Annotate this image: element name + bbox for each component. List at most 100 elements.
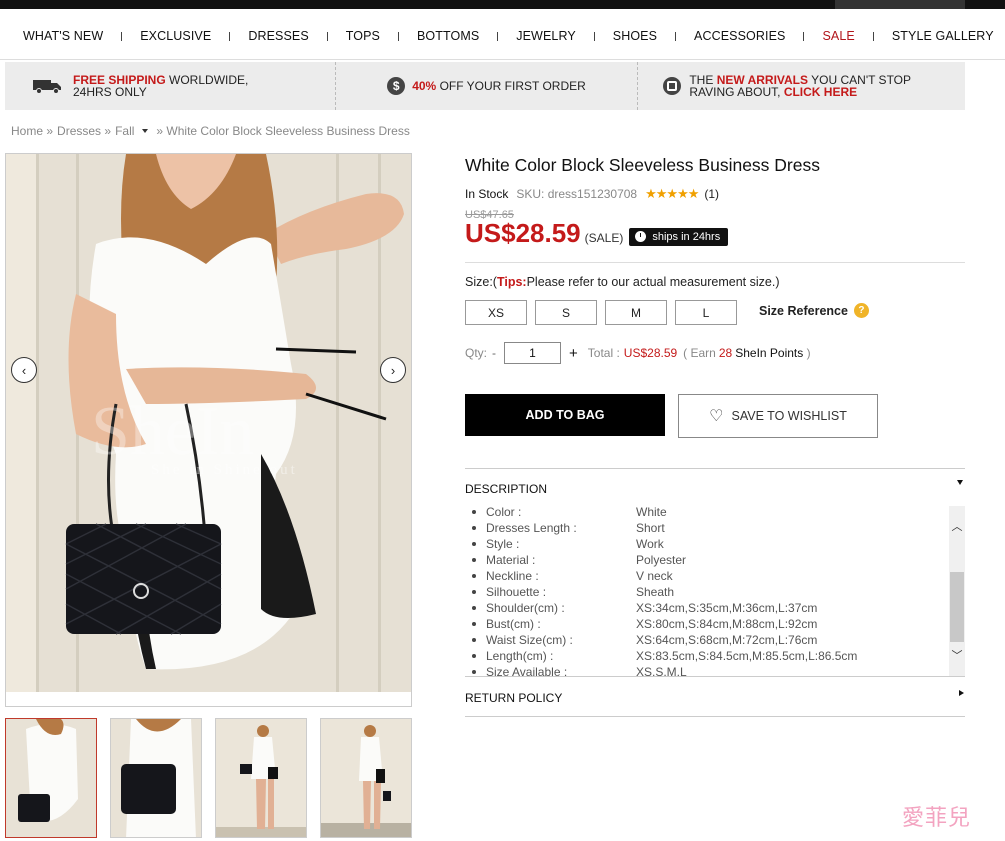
size-label: Size:(Tips:Please refer to our actual me… <box>465 275 780 289</box>
sale-price: US$28.59 <box>465 218 581 248</box>
gallery-prev-button[interactable]: ‹ <box>11 357 37 383</box>
nav-item-sale[interactable]: SALE <box>822 29 854 43</box>
thumbnail-4[interactable] <box>320 718 412 838</box>
bullet-icon <box>472 622 476 626</box>
add-to-bag-button[interactable]: ADD TO BAG <box>465 394 665 436</box>
thumbnail-1[interactable] <box>5 718 97 838</box>
nav-separator <box>803 31 805 41</box>
description-key: Material : <box>486 553 536 567</box>
nav-item-bottoms[interactable]: BOTTOMS <box>417 29 479 43</box>
bullet-icon <box>472 606 476 610</box>
breadcrumb-dresses[interactable]: Dresses » <box>57 124 111 138</box>
chevron-right-icon: › <box>390 362 396 378</box>
earn-close: ) <box>803 346 811 360</box>
main-product-image[interactable]: SheIn She in Shine out ‹ › <box>5 153 412 707</box>
divider <box>465 468 965 469</box>
nav-item-accessories[interactable]: ACCESSORIES <box>694 29 785 43</box>
breadcrumb-current: » White Color Block Sleeveless Business … <box>156 124 410 138</box>
description-row: Neckline : V neck <box>465 568 857 584</box>
bullet-icon <box>472 574 476 578</box>
heart-icon: ♡ <box>709 408 724 425</box>
scroll-up-icon[interactable]: ︿ <box>949 518 965 534</box>
description-row: Style : Work <box>465 536 857 552</box>
quantity-row: Qty: - + Total : US$28.59 ( Earn28SheIn … <box>465 342 811 364</box>
qty-increase-button[interactable]: + <box>569 345 578 362</box>
gallery-next-button[interactable]: › <box>380 357 406 383</box>
caret-down-icon[interactable] <box>142 129 149 133</box>
size-option-xs[interactable]: XS <box>465 300 527 325</box>
bullet-icon <box>472 590 476 594</box>
scroll-down-icon[interactable]: ﹀ <box>949 647 965 663</box>
description-value: Polyester <box>636 553 687 567</box>
nav-divider <box>0 59 1005 60</box>
nav-item-jewelry[interactable]: JEWELRY <box>516 29 576 43</box>
nav-separator <box>497 31 499 41</box>
description-key: Style : <box>486 537 520 551</box>
dollar-icon: $ <box>387 77 406 95</box>
description-value: XS:83.5cm,S:84.5cm,M:85.5cm,L:86.5cm <box>636 649 858 663</box>
size-option-s[interactable]: S <box>535 300 597 325</box>
sku: SKU: dress151230708 <box>516 187 638 201</box>
nav-item-shoes[interactable]: SHOES <box>613 29 657 43</box>
thumbnail-2[interactable] <box>110 718 202 838</box>
bullet-icon <box>472 510 476 514</box>
description-value: XS:80cm,S:84cm,M:88cm,L:92cm <box>636 617 818 631</box>
size-option-l[interactable]: L <box>675 300 737 325</box>
breadcrumb-home[interactable]: Home » <box>11 124 53 138</box>
description-key: Length(cm) : <box>486 649 554 663</box>
watermark-tagline: She in Shine out <box>151 462 298 478</box>
caret-down-icon[interactable] <box>957 480 963 485</box>
promo-new-arrivals[interactable]: THE NEW ARRIVALS YOU CAN'T STOP RAVING A… <box>637 62 965 110</box>
bullet-icon <box>472 654 476 658</box>
promo-click-here-link[interactable]: CLICK HERE <box>784 85 857 99</box>
quantity-input[interactable] <box>504 342 562 364</box>
nav-separator <box>675 31 677 41</box>
stock-status: In Stock <box>465 187 509 201</box>
size-reference-link[interactable]: Size Reference? <box>759 303 869 318</box>
description-row: Length(cm) : XS:83.5cm,S:84.5cm,M:85.5cm,… <box>465 648 857 664</box>
size-reference-label: Size Reference <box>759 303 848 318</box>
nav-separator <box>229 31 231 41</box>
review-count[interactable]: (1) <box>704 187 719 201</box>
promo-discount-bold: 40% <box>412 79 437 93</box>
nav-separator <box>872 31 874 41</box>
top-bar-account-block[interactable] <box>835 0 965 9</box>
star-rating-icon[interactable]: ★★★★★ <box>645 186 699 202</box>
description-scrollbar[interactable]: ︿ ﹀ <box>949 506 965 676</box>
size-options: XS S M L <box>465 300 737 325</box>
breadcrumb-fall[interactable]: Fall <box>115 124 134 138</box>
size-tips-label: Tips: <box>496 275 527 289</box>
promo-discount[interactable]: $ 40% OFF YOUR FIRST ORDER <box>334 62 638 110</box>
bullet-icon <box>472 542 476 546</box>
scrollbar-thumb[interactable] <box>950 572 964 642</box>
description-row: Color : White <box>465 506 857 520</box>
description-key: Size Available : <box>486 665 568 677</box>
nav-separator <box>593 31 595 41</box>
promo-free-shipping[interactable]: FREE SHIPPING WORLDWIDE, 24HRS ONLY <box>5 62 335 110</box>
nav-item-what-s-new[interactable]: WHAT'S NEW <box>23 29 103 43</box>
description-heading[interactable]: DESCRIPTION <box>465 482 547 496</box>
nav-separator <box>121 31 123 41</box>
main-nav: WHAT'S NEW EXCLUSIVE DRESSES TOPS BOTTOMS JEW… <box>0 22 1005 50</box>
nav-separator <box>326 31 328 41</box>
description-row: Size Available : XS,S,M,L <box>465 664 857 677</box>
description-row: Silhouette : Sheath <box>465 584 857 600</box>
description-panel: Color : White Dresses Length : Short Style :… <box>465 506 965 677</box>
nav-item-tops[interactable]: TOPS <box>346 29 380 43</box>
return-policy-heading[interactable]: RETURN POLICY <box>465 691 562 705</box>
nav-item-dresses[interactable]: DRESSES <box>248 29 308 43</box>
save-to-wishlist-button[interactable]: ♡ SAVE TO WISHLIST <box>678 394 878 438</box>
nav-item-style-gallery[interactable]: STYLE GALLERY <box>892 29 994 43</box>
promo-bar: FREE SHIPPING WORLDWIDE, 24HRS ONLY $ 40… <box>5 62 965 110</box>
caret-right-icon[interactable] <box>959 690 964 696</box>
description-value: XS,S,M,L <box>636 665 687 677</box>
description-row: Bust(cm) : XS:80cm,S:84cm,M:88cm,L:92cm <box>465 616 857 632</box>
description-key: Shoulder(cm) : <box>486 601 565 615</box>
truck-icon <box>33 80 61 94</box>
qty-decrease-button[interactable]: - <box>492 346 496 360</box>
promo-discount-rest: OFF YOUR FIRST ORDER <box>436 79 586 93</box>
size-option-m[interactable]: M <box>605 300 667 325</box>
nav-item-exclusive[interactable]: EXCLUSIVE <box>140 29 211 43</box>
thumbnail-3[interactable] <box>215 718 307 838</box>
qty-label: Qty: <box>465 346 488 360</box>
